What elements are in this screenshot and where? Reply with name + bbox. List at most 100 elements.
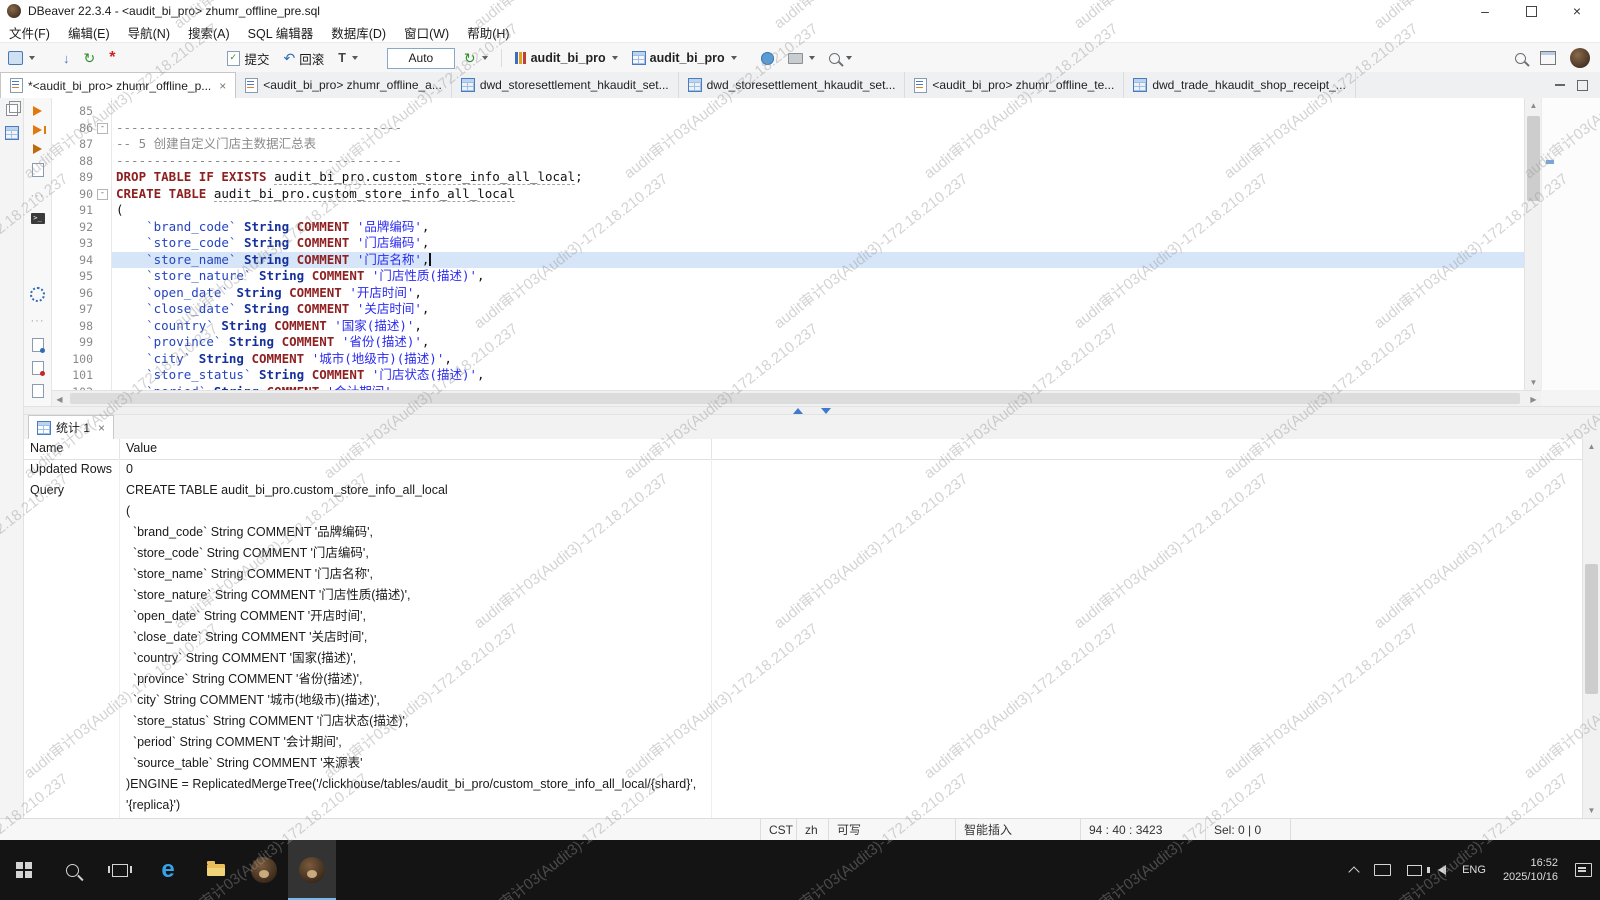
results-row[interactable]: `close_date` String COMMENT '关店时间', — [24, 627, 1583, 648]
results-row[interactable]: `store_nature` String COMMENT '门店性质(描述)'… — [24, 585, 1583, 606]
results-cell-name[interactable] — [24, 669, 120, 690]
results-row[interactable]: `source_table` String COMMENT '来源表' — [24, 753, 1583, 774]
code-line[interactable]: `open_date` String COMMENT '开店时间', — [112, 285, 1524, 302]
results-col-name[interactable]: Name — [24, 439, 120, 459]
scroll-up-icon[interactable]: ▲ — [1525, 98, 1542, 113]
tray-expand-button[interactable] — [1342, 840, 1366, 900]
editor-tab[interactable]: dwd_storesettlement_hkaudit_set... — [679, 72, 906, 98]
results-cell-name[interactable]: Updated Rows — [24, 459, 120, 480]
overflow-dots-icon[interactable] — [31, 311, 45, 329]
autocommit-combo[interactable]: Auto — [387, 48, 455, 69]
transaction-mode-button[interactable]: T — [333, 46, 363, 70]
results-row[interactable]: )ENGINE = ReplicatedMergeTree('/clickhou… — [24, 774, 1583, 795]
search-button[interactable] — [824, 46, 857, 70]
editor-tab[interactable]: dwd_trade_hkaudit_shop_receipt_... — [1124, 72, 1355, 98]
results-cell-name[interactable] — [24, 711, 120, 732]
results-row[interactable]: ( — [24, 501, 1583, 522]
fold-marker-icon[interactable]: - — [97, 189, 108, 200]
code-line[interactable]: CREATE TABLE audit_bi_pro.custom_store_i… — [112, 186, 1524, 203]
results-cell-name[interactable] — [24, 522, 120, 543]
editor-vscroll-thumb[interactable] — [1527, 116, 1540, 201]
results-cell-value[interactable]: `city` String COMMENT '城市(地级市)(描述)', — [120, 690, 712, 711]
close-icon[interactable]: × — [98, 421, 105, 435]
close-button[interactable]: × — [1554, 0, 1600, 22]
minimize-panel-icon[interactable] — [1555, 84, 1565, 86]
transaction-log-button[interactable]: ↻ — [459, 46, 493, 70]
print-button[interactable] — [783, 46, 820, 70]
results-cell-value[interactable]: `store_code` String COMMENT '门店编码', — [120, 543, 712, 564]
menu-item[interactable]: 文件(F) — [0, 22, 59, 42]
menu-item[interactable]: 数据库(D) — [322, 22, 395, 42]
code-line[interactable]: -------------------------------------- — [112, 120, 1524, 137]
tray-volume-button[interactable] — [1430, 840, 1454, 900]
results-cell-value[interactable]: CREATE TABLE audit_bi_pro.custom_store_i… — [120, 480, 712, 501]
maximize-button[interactable] — [1508, 0, 1554, 22]
results-cell-value[interactable]: `country` String COMMENT '国家(描述)', — [120, 648, 712, 669]
results-cell-value[interactable]: 0 — [120, 459, 712, 480]
code-area[interactable]: ----------------------------------------… — [112, 98, 1524, 390]
code-line[interactable] — [112, 103, 1524, 120]
database-selector[interactable]: audit_bi_pro — [510, 46, 623, 70]
results-cell-value[interactable]: `brand_code` String COMMENT '品牌编码', — [120, 522, 712, 543]
results-cell-name[interactable] — [24, 690, 120, 711]
results-vertical-scrollbar[interactable]: ▲ ▼ — [1582, 439, 1600, 818]
taskbar-clock[interactable]: 16:52 2025/10/16 — [1494, 856, 1567, 884]
sql-terminal-icon[interactable] — [31, 213, 45, 224]
code-line[interactable]: DROP TABLE IF EXISTS audit_bi_pro.custom… — [112, 169, 1524, 186]
results-cell-name[interactable] — [24, 753, 120, 774]
error-marker-button[interactable]: * — [104, 46, 120, 70]
results-cell-name[interactable] — [24, 501, 120, 522]
script-plain-doc-icon[interactable] — [32, 384, 44, 398]
results-row[interactable]: `country` String COMMENT '国家(描述)', — [24, 648, 1583, 669]
results-cell-name[interactable] — [24, 627, 120, 648]
results-cell-value[interactable]: `period` String COMMENT '会计期间', — [120, 732, 712, 753]
results-row[interactable]: `period` String COMMENT '会计期间', — [24, 732, 1583, 753]
schema-selector[interactable]: audit_bi_pro — [627, 46, 742, 70]
fetch-mode-button[interactable]: ↓ — [58, 46, 75, 70]
scroll-right-icon[interactable]: ▶ — [1526, 391, 1541, 407]
menu-item[interactable]: 搜索(A) — [179, 22, 239, 42]
taskbar-dbeaver-active-button[interactable] — [288, 840, 336, 900]
results-cell-value[interactable]: `open_date` String COMMENT '开店时间', — [120, 606, 712, 627]
results-vscroll-thumb[interactable] — [1585, 564, 1598, 694]
explain-plan-icon[interactable] — [32, 163, 44, 177]
results-row[interactable]: `brand_code` String COMMENT '品牌编码', — [24, 522, 1583, 543]
code-line[interactable]: ( — [112, 202, 1524, 219]
dbeaver-avatar-icon[interactable] — [1570, 48, 1590, 68]
refresh-connection-button[interactable]: ↻ — [79, 46, 101, 70]
editor-vertical-scrollbar[interactable]: ▲ ▼ — [1524, 98, 1542, 390]
editor-tab[interactable]: <audit_bi_pro> zhumr_offline_a... — [236, 72, 452, 98]
scroll-down-icon[interactable]: ▼ — [1583, 803, 1600, 818]
results-row[interactable]: '{replica}') — [24, 795, 1583, 816]
code-line[interactable]: `store_code` String COMMENT '门店编码', — [112, 235, 1524, 252]
scroll-down-icon[interactable]: ▼ — [1525, 375, 1542, 390]
results-row[interactable]: `store_status` String COMMENT '门店状态(描述)'… — [24, 711, 1583, 732]
menu-item[interactable]: 窗口(W) — [395, 22, 458, 42]
results-row[interactable]: `province` String COMMENT '省份(描述)', — [24, 669, 1583, 690]
results-row[interactable]: `city` String COMMENT '城市(地级市)(描述)', — [24, 690, 1583, 711]
overflow-dots-icon[interactable] — [31, 186, 45, 204]
execute-statement-icon[interactable] — [33, 106, 42, 116]
results-cell-name[interactable] — [24, 585, 120, 606]
code-line[interactable]: `close_date` String COMMENT '关店时间', — [112, 301, 1524, 318]
results-cell-value[interactable]: '{replica}') — [120, 795, 712, 816]
results-cell-value[interactable]: )ENGINE = ReplicatedMergeTree('/clickhou… — [120, 774, 712, 795]
maximize-panel-icon[interactable] — [1577, 80, 1588, 91]
results-row[interactable]: `open_date` String COMMENT '开店时间', — [24, 606, 1583, 627]
results-cell-name[interactable]: Query — [24, 480, 120, 501]
taskbar-explorer-button[interactable] — [192, 840, 240, 900]
perspective-icon[interactable] — [1540, 51, 1556, 65]
results-cell-value[interactable]: `store_nature` String COMMENT '门店性质(描述)'… — [120, 585, 712, 606]
results-cell-name[interactable] — [24, 564, 120, 585]
code-line[interactable]: `province` String COMMENT '省份(描述)', — [112, 334, 1524, 351]
editor-tab[interactable]: <audit_bi_pro> zhumr_offline_te... — [905, 72, 1124, 98]
splitter[interactable] — [24, 406, 1600, 415]
language-indicator[interactable]: ENG — [1454, 840, 1494, 900]
execute-new-tab-icon[interactable] — [33, 144, 42, 154]
tray-keyboard-button[interactable] — [1366, 840, 1399, 900]
code-line[interactable]: `store_name` String COMMENT '门店名称', — [112, 252, 1524, 269]
results-cell-name[interactable] — [24, 606, 120, 627]
code-line[interactable]: `brand_code` String COMMENT '品牌编码', — [112, 219, 1524, 236]
commit-button[interactable]: 提交 — [222, 46, 274, 70]
results-cell-name[interactable] — [24, 543, 120, 564]
